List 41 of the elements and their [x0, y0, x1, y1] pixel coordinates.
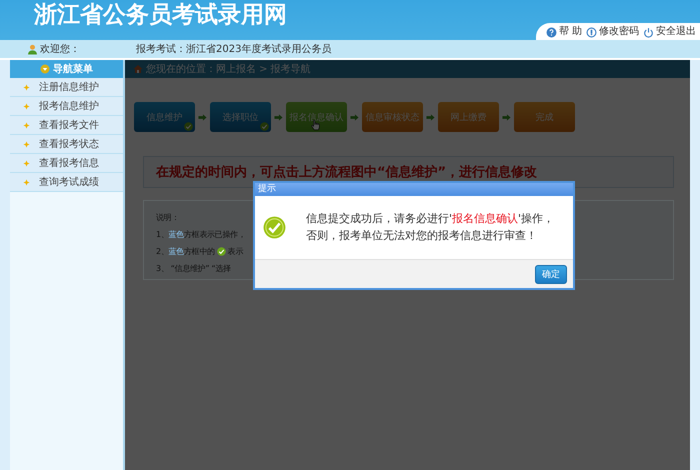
arrow-icon: [350, 112, 359, 122]
bullet-icon: [22, 82, 31, 92]
sidebar-title: 导航菜单: [53, 62, 93, 76]
sidebar-item[interactable]: 注册信息维护: [10, 78, 123, 97]
notes-title: 说明：: [156, 212, 180, 224]
bullet-icon: [22, 158, 31, 168]
dialog-message: 信息提交成功后，请务必进行'报名信息确认'操作，否则，报考单位无法对您的报考信息进行审查！: [306, 211, 556, 244]
help-icon: [546, 26, 557, 38]
sidebar-item[interactable]: 查询考试成绩: [10, 173, 123, 192]
sidebar-item[interactable]: 报考信息维护: [10, 97, 123, 116]
arrow-icon: [502, 112, 511, 122]
note-text: 2、蓝色方框中的 表示: [156, 246, 244, 258]
dialog-title: 提示: [255, 183, 573, 196]
check-icon: [260, 122, 269, 131]
user-icon: [27, 44, 38, 54]
bullet-icon: [22, 102, 31, 110]
arrow-icon: [198, 112, 207, 122]
welcome-label: 欢迎您：: [40, 42, 80, 56]
check-icon: [216, 247, 226, 256]
arrow-icon: [426, 112, 435, 122]
sidebar-item[interactable]: 查看报考状态: [10, 135, 123, 154]
notice-text: 在规定的时间内，可点击上方流程图中“信息维护”，进行信息修改: [156, 164, 538, 181]
top-link[interactable]: 修改密码: [586, 25, 639, 39]
bullet-icon: [22, 178, 31, 186]
power-icon: [643, 26, 654, 38]
top-link[interactable]: 帮 助: [546, 25, 582, 39]
check-icon: [184, 122, 193, 131]
bullet-icon: [22, 120, 31, 130]
note-text: 1、蓝色方框表示已操作，: [156, 229, 246, 241]
note-text: 3、 “信息维护” “选择: [156, 263, 231, 275]
home-icon: [133, 64, 143, 74]
breadcrumb: 您现在的位置：网上报名 > 报考导航: [146, 62, 311, 76]
top-link[interactable]: 安全退出: [643, 25, 696, 39]
bullet-icon: [22, 140, 31, 148]
dropdown-icon: [40, 64, 50, 74]
sidebar-item[interactable]: 查看报考文件: [10, 116, 123, 135]
site-title: 浙江省公务员考试录用网: [34, 2, 287, 28]
exam-name: 报考考试：浙江省2023年度考试录用公务员: [136, 42, 332, 56]
arrow-icon: [274, 112, 283, 122]
sidebar-item[interactable]: 查看报考信息: [10, 154, 123, 173]
success-icon: [263, 216, 286, 238]
